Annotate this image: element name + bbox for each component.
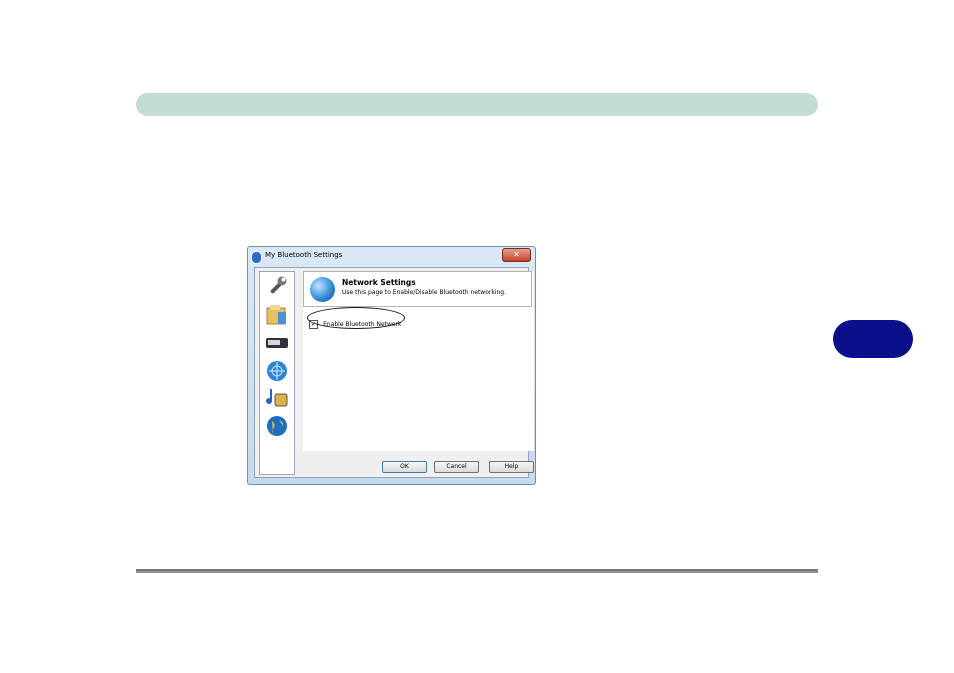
globe-icon[interactable]	[265, 415, 289, 437]
music-icon[interactable]	[265, 386, 289, 408]
wrench-icon[interactable]	[265, 276, 289, 298]
page-header-bar	[136, 93, 818, 116]
dialog-title: My Bluetooth Settings	[265, 251, 343, 259]
settings-sidebar	[259, 271, 295, 475]
ok-button[interactable]: OK	[382, 461, 427, 473]
panel-subtitle: Use this page to Enable/Disable Bluetoot…	[342, 289, 507, 296]
close-button[interactable]: ✕	[502, 248, 531, 262]
network-globe-icon[interactable]	[265, 360, 289, 382]
panel-header: Network Settings Use this page to Enable…	[303, 271, 532, 307]
highlight-oval	[307, 307, 405, 329]
chapter-tab	[833, 320, 913, 358]
panel-title: Network Settings	[342, 278, 416, 287]
dialog-client-area: Network Settings Use this page to Enable…	[254, 267, 534, 478]
help-button[interactable]: Help	[489, 461, 534, 473]
enable-network-row: ✓ Enable Bluetooth Network	[307, 307, 405, 329]
bluetooth-icon	[251, 251, 262, 264]
device-icon[interactable]	[265, 332, 289, 354]
footer-rule	[136, 569, 818, 573]
network-settings-panel: Network Settings Use this page to Enable…	[303, 271, 534, 451]
network-globe-icon	[310, 277, 335, 302]
cancel-button[interactable]: Cancel	[434, 461, 479, 473]
bluetooth-settings-dialog: My Bluetooth Settings ✕ Network Settings…	[247, 246, 536, 485]
folder-icon[interactable]	[265, 304, 289, 326]
